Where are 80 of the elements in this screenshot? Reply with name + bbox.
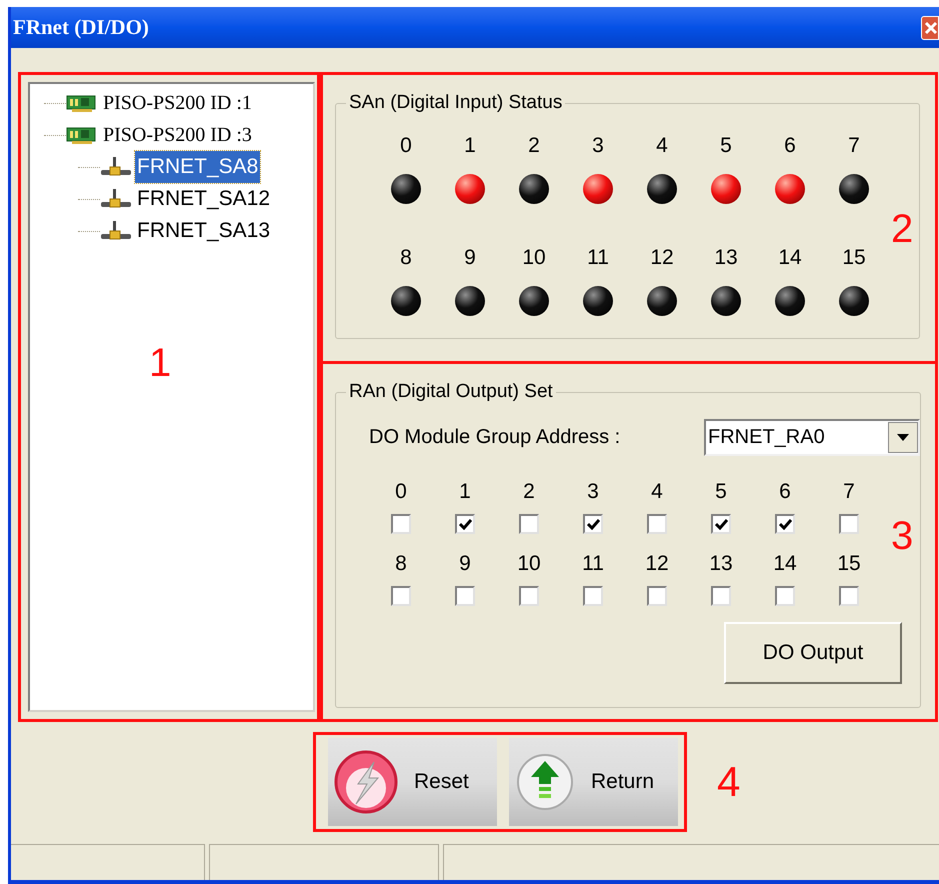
- annotation-number: 2: [891, 209, 914, 249]
- channel-number: 11: [587, 244, 609, 270]
- channel-number: 5: [715, 478, 727, 504]
- window-title: FRnet (DI/DO): [13, 14, 149, 41]
- channel-number: 9: [459, 550, 471, 576]
- channel-number: 0: [400, 132, 412, 158]
- checkbox[interactable]: [391, 586, 411, 606]
- channel-number: 15: [837, 550, 861, 576]
- group-title: SAn (Digital Input) Status: [348, 91, 564, 115]
- channel-number: 3: [592, 132, 604, 158]
- check-icon: [586, 518, 600, 530]
- channel-number: 13: [714, 244, 738, 270]
- tree-item[interactable]: FRNET_SA12: [135, 183, 272, 215]
- tree-item[interactable]: FRNET_SA8: [135, 151, 260, 183]
- channel-number: 1: [464, 132, 476, 158]
- checkbox[interactable]: [647, 514, 667, 534]
- check-icon: [714, 518, 728, 530]
- close-button[interactable]: [921, 16, 939, 40]
- channel-number: 14: [773, 550, 797, 576]
- channel-number: 10: [517, 550, 541, 576]
- annotation-number: 1: [149, 343, 172, 383]
- channel-number: 13: [709, 550, 733, 576]
- channel-number: 5: [720, 132, 732, 158]
- checkbox[interactable]: [583, 586, 603, 606]
- tree-item[interactable]: PISO-PS200 ID :3: [101, 120, 254, 150]
- annotation-number: 4: [717, 761, 740, 803]
- channel-number: 7: [848, 132, 860, 158]
- channel-number: 11: [582, 550, 604, 576]
- group-title: RAn (Digital Output) Set: [348, 380, 554, 404]
- lightning-icon: [334, 750, 398, 814]
- check-icon: [778, 518, 792, 530]
- dropdown-button[interactable]: [888, 422, 918, 452]
- network-node-icon: [100, 156, 132, 178]
- channel-number: 7: [843, 478, 855, 504]
- channel-number: 10: [522, 244, 546, 270]
- network-node-icon: [100, 220, 132, 242]
- checkbox[interactable]: [455, 586, 475, 606]
- checkbox[interactable]: [775, 514, 795, 534]
- checkbox[interactable]: [775, 586, 795, 606]
- channel-number: 9: [464, 244, 476, 270]
- caret-icon: [897, 434, 909, 440]
- checkbox[interactable]: [839, 514, 859, 534]
- channel-number: 8: [395, 550, 407, 576]
- channel-number: 2: [523, 478, 535, 504]
- channel-number: 4: [656, 132, 668, 158]
- checkbox[interactable]: [391, 514, 411, 534]
- checkbox[interactable]: [647, 586, 667, 606]
- channel-number: 3: [587, 478, 599, 504]
- close-icon: [924, 20, 938, 34]
- check-icon: [458, 518, 472, 530]
- channel-number: 8: [400, 244, 412, 270]
- channel-number: 2: [528, 132, 540, 158]
- channel-number: 12: [650, 244, 674, 270]
- circuit-board-icon: [66, 125, 98, 145]
- field-label: DO Module Group Address :: [369, 425, 622, 450]
- return-button[interactable]: Return: [509, 738, 678, 826]
- circuit-board-icon: [66, 93, 98, 113]
- channel-number: 12: [645, 550, 669, 576]
- channel-number: 6: [779, 478, 791, 504]
- channel-number: 4: [651, 478, 663, 504]
- checkbox[interactable]: [711, 514, 731, 534]
- checkbox[interactable]: [583, 514, 603, 534]
- checkbox[interactable]: [519, 514, 539, 534]
- tree-item[interactable]: FRNET_SA13: [135, 215, 272, 247]
- checkbox[interactable]: [519, 586, 539, 606]
- network-node-icon: [100, 188, 132, 210]
- channel-number: 15: [842, 244, 866, 270]
- tree-item[interactable]: PISO-PS200 ID :1: [101, 88, 254, 118]
- do-output-button[interactable]: DO Output: [724, 622, 902, 684]
- channel-number: 0: [395, 478, 407, 504]
- channel-number: 1: [459, 478, 471, 504]
- address-dropdown[interactable]: FRNET_RA0: [704, 418, 920, 456]
- checkbox[interactable]: [839, 586, 859, 606]
- channel-number: 6: [784, 132, 796, 158]
- checkbox[interactable]: [711, 586, 731, 606]
- annotation-number: 3: [891, 516, 914, 556]
- dropdown-value: FRNET_RA0: [707, 425, 825, 450]
- checkbox[interactable]: [455, 514, 475, 534]
- channel-number: 14: [778, 244, 802, 270]
- reset-button[interactable]: Reset: [328, 738, 497, 826]
